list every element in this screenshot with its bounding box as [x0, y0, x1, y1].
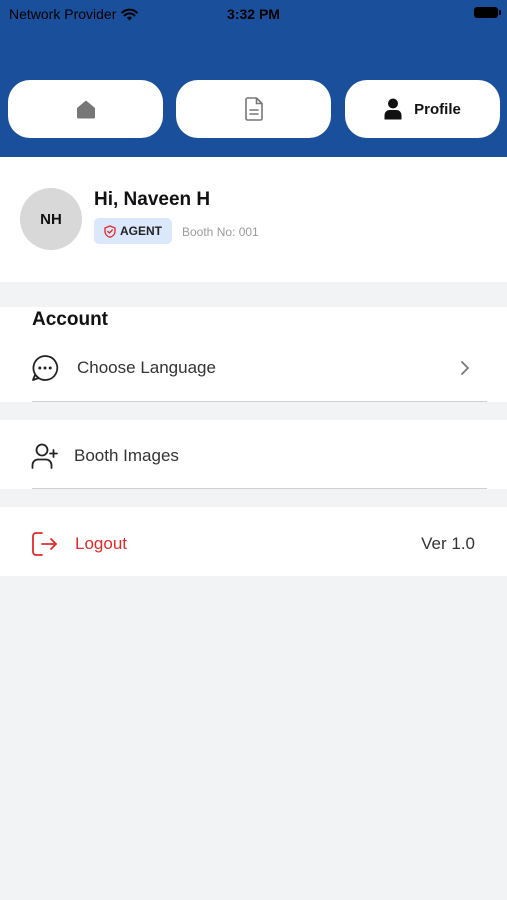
- app-version: Ver 1.0: [421, 534, 475, 553]
- booth-images-label: Booth Images: [74, 446, 179, 465]
- account-section: Account Choose Language: [0, 307, 507, 402]
- tab-profile-label: Profile: [414, 100, 461, 118]
- role-badge: AGENT: [94, 218, 172, 244]
- booth-number: Booth No: 001: [182, 225, 259, 239]
- profile-card: NH Hi, Naveen H AGENT Booth No: 001: [0, 157, 507, 282]
- choose-language-label: Choose Language: [77, 358, 216, 377]
- user-plus-icon: [31, 443, 58, 469]
- person-icon: [384, 98, 402, 120]
- tab-documents[interactable]: [176, 80, 331, 138]
- document-icon: [244, 97, 263, 121]
- divider: [32, 488, 487, 489]
- tab-profile[interactable]: Profile: [345, 80, 500, 138]
- chevron-right-icon: [461, 361, 469, 375]
- status-time: 3:32 PM: [227, 6, 280, 22]
- tab-home[interactable]: [8, 80, 163, 138]
- home-icon: [76, 100, 95, 119]
- logout-icon: [32, 532, 57, 556]
- booth-images-row[interactable]: Booth Images: [0, 426, 507, 486]
- logout-section: Logout Ver 1.0: [0, 507, 507, 576]
- chat-bubble-icon: [32, 355, 59, 381]
- user-greeting: Hi, Naveen H: [94, 189, 211, 210]
- avatar: NH: [20, 188, 82, 250]
- logout-row[interactable]: Logout Ver 1.0: [0, 514, 507, 574]
- divider: [32, 401, 487, 402]
- battery-icon: [474, 7, 501, 18]
- status-bar: Network Provider 3:32 PM: [0, 0, 507, 28]
- logout-label: Logout: [75, 534, 127, 553]
- booth-section: Booth Images: [0, 420, 507, 489]
- account-title: Account: [32, 309, 108, 330]
- avatar-initials: NH: [40, 210, 62, 228]
- shield-icon: [104, 224, 116, 238]
- role-badge-label: AGENT: [120, 224, 162, 238]
- choose-language-row[interactable]: Choose Language: [0, 338, 507, 398]
